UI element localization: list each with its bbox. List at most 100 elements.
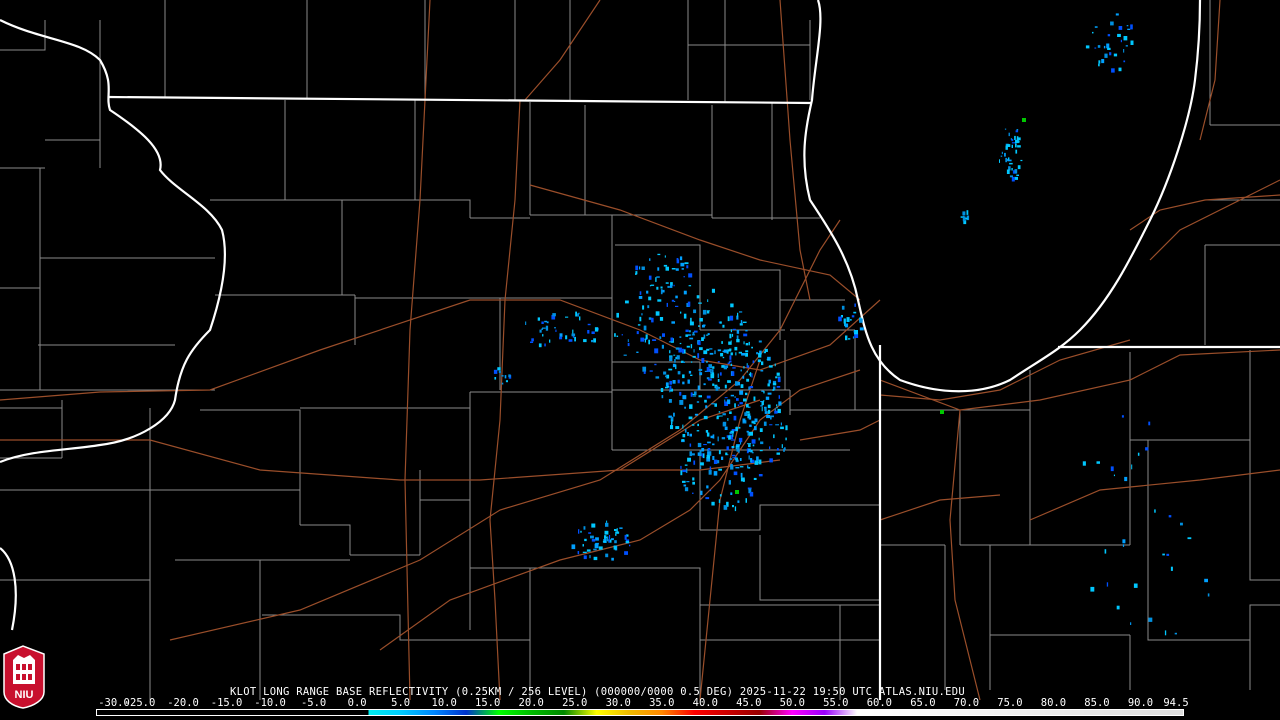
echo-pixel — [501, 375, 504, 377]
echo-pixel — [649, 258, 651, 261]
echo-pixel — [727, 380, 731, 383]
echo-pixel — [687, 301, 691, 307]
echo-pixel — [776, 386, 781, 388]
echo-pixel — [565, 316, 569, 318]
echo-pixel — [637, 324, 641, 326]
echo-pixel — [778, 401, 782, 406]
echo-pixel — [739, 458, 742, 461]
colorbar-label: 75.0 — [997, 697, 1023, 709]
echo-pixel — [763, 421, 767, 426]
echo-pixel — [759, 449, 763, 452]
echo-pixel — [737, 312, 739, 317]
echo-pixel — [554, 327, 556, 329]
echo-pixel — [1000, 155, 1003, 157]
echo-pixel — [645, 334, 648, 340]
echo-pixel — [753, 477, 757, 480]
echo-pixel — [1126, 25, 1129, 27]
echo-pixel — [684, 464, 688, 466]
echo-pixel — [654, 348, 659, 354]
echo-pixel — [604, 530, 609, 535]
echo-pixel — [679, 391, 682, 396]
echo-pixel — [962, 211, 966, 216]
echo-pixel — [682, 361, 685, 363]
echo-pixel — [777, 377, 781, 383]
echo-pixel — [739, 466, 744, 468]
colorbar-label: 60.0 — [866, 697, 893, 709]
echo-pixel — [593, 548, 597, 551]
echo-pixel — [1110, 21, 1114, 26]
echo-pixel — [743, 333, 748, 337]
echo-pixel — [539, 329, 542, 333]
echo-pixel — [732, 328, 736, 330]
echo-pixel — [729, 333, 732, 339]
echo-pixel — [668, 399, 672, 403]
echo-pixel — [625, 300, 629, 304]
echo-pixel — [591, 523, 596, 528]
echo-pixel — [1106, 582, 1109, 587]
echo-pixel — [767, 383, 770, 387]
echo-pixel — [670, 337, 673, 342]
echo-pixel — [1009, 162, 1013, 165]
echo-pixel — [608, 539, 610, 543]
echo-pixel — [767, 409, 771, 414]
echo-pixel — [785, 425, 788, 431]
echo-pixel — [751, 373, 753, 378]
echo-pixel — [719, 321, 722, 324]
echo-pixel — [737, 381, 740, 386]
echo-pixel — [746, 371, 748, 373]
echo-pixel — [709, 466, 712, 471]
echo-pixel — [577, 313, 579, 317]
echo-pixel — [725, 452, 728, 456]
echo-pixel — [673, 354, 676, 356]
colorbar-label: 35.0 — [649, 697, 675, 709]
echo-pixel — [1125, 45, 1128, 47]
echo-pixel — [765, 396, 770, 400]
echo-pixel — [577, 551, 580, 555]
echo-pixel — [740, 477, 745, 482]
echo-pixel — [694, 413, 699, 416]
echo-pixel — [635, 273, 637, 275]
echo-pixel — [702, 453, 705, 459]
echo-pixel — [859, 318, 863, 323]
echo-pixel — [699, 347, 703, 351]
echo-pixel — [641, 313, 643, 316]
echo-pixel — [679, 256, 683, 261]
echo-pixel — [749, 491, 754, 497]
echo-pixel — [665, 282, 669, 284]
echo-pixel — [669, 385, 672, 390]
echo-pixel — [845, 335, 848, 341]
echo-pixel — [733, 415, 737, 421]
echo-pixel — [697, 385, 700, 391]
echo-pixel — [754, 460, 759, 465]
echo-pixel — [602, 540, 606, 543]
echo-pixel — [508, 374, 511, 378]
echo-pixel — [731, 446, 735, 448]
echo-pixel — [712, 443, 715, 446]
logo-text: NIU — [15, 689, 34, 701]
echo-pixel — [747, 443, 751, 445]
echo-pixel — [665, 382, 669, 387]
echo-pixel — [684, 262, 689, 265]
echo-pixel — [723, 505, 728, 510]
echo-pixel — [738, 426, 741, 429]
echo-pixel — [672, 380, 676, 384]
echo-pixel — [1015, 143, 1017, 148]
echo-pixel — [702, 324, 706, 327]
radar-map: NIU — [0, 0, 1280, 720]
echo-pixel — [505, 380, 508, 383]
echo-pixel — [619, 527, 623, 529]
echo-pixel — [1164, 630, 1167, 636]
echo-pixel — [763, 351, 766, 354]
echo-pixel — [1004, 128, 1007, 130]
echo-pixel — [749, 386, 754, 389]
echo-pixel — [611, 538, 614, 541]
echo-pixel — [750, 458, 753, 463]
echo-pixel — [688, 285, 692, 287]
echo-pixel — [731, 371, 735, 376]
echo-pixel — [730, 394, 734, 397]
echo-pixel — [776, 452, 780, 455]
echo-pixel — [1121, 415, 1124, 418]
echo-pixel — [761, 406, 763, 412]
echo-pixel — [683, 290, 687, 295]
echo-pixel — [1005, 145, 1008, 150]
